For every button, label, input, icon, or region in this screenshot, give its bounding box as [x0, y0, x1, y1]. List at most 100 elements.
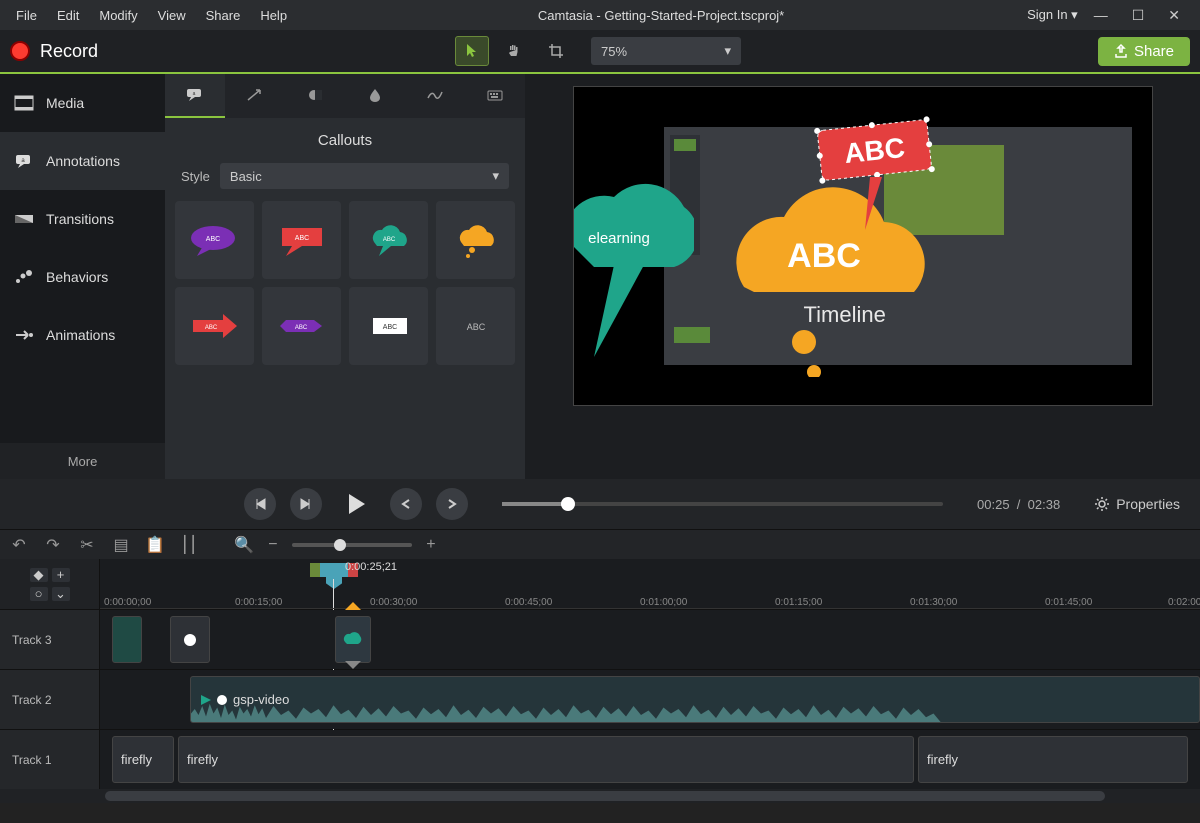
cursor-tool[interactable] [455, 36, 489, 66]
clip-firefly[interactable]: firefly [178, 736, 914, 783]
style-select[interactable]: Basic ▾ [220, 163, 509, 189]
clip-firefly[interactable]: firefly [112, 736, 174, 783]
menu-file[interactable]: File [8, 4, 45, 27]
add-track-button[interactable]: + [52, 568, 70, 582]
annotation-icon: a [14, 153, 34, 169]
sidebar-item-transitions[interactable]: Transitions [0, 190, 165, 248]
svg-text:elearning: elearning [588, 230, 650, 247]
toggle-quiz-button[interactable]: ○ [30, 587, 48, 601]
timeline-zoom-slider[interactable] [292, 543, 412, 547]
ruler-tick: 0:00:00;00 [104, 597, 151, 608]
callout-thumb[interactable]: ABC [262, 201, 341, 279]
zoom-select[interactable]: 75% ▾ [591, 37, 741, 65]
signin-button[interactable]: Sign In ▾ [1027, 7, 1078, 23]
sidebar-label: Annotations [46, 153, 120, 169]
sidebar-label: Behaviors [46, 269, 108, 285]
clip[interactable] [112, 616, 142, 663]
panel-title: Callouts [165, 118, 525, 159]
menu-help[interactable]: Help [252, 4, 295, 27]
sidebar-item-media[interactable]: Media [0, 74, 165, 132]
toggle-marker-button[interactable]: ◆ [30, 568, 48, 582]
timeline-text: Timeline [804, 302, 886, 328]
clip-firefly[interactable]: firefly [918, 736, 1188, 783]
callout-grid: ABC ABC ABC ABC ABC ABC ABC [165, 201, 525, 365]
track-content[interactable]: gsp-video [100, 670, 1200, 729]
timeline-ruler[interactable]: 0:00:25;21 0:00:00;00 0:00:15;00 0:00:30… [100, 559, 1200, 609]
svg-text:ABC: ABC [466, 322, 485, 332]
playhead-time: 0:00:25;21 [345, 561, 397, 573]
next-marker-button[interactable] [436, 488, 468, 520]
clip[interactable] [335, 616, 371, 663]
clip-label: firefly [187, 752, 218, 767]
timeline-scrollbar[interactable] [0, 789, 1200, 803]
menu-modify[interactable]: Modify [91, 4, 145, 27]
zoom-out-button[interactable]: − [264, 536, 282, 554]
prev-frame-button[interactable] [244, 488, 276, 520]
next-frame-button[interactable] [290, 488, 322, 520]
ruler-tick: 0:01:45;00 [1045, 597, 1092, 608]
sidebar-item-behaviors[interactable]: Behaviors [0, 248, 165, 306]
callout-thumb[interactable]: ABC [175, 287, 254, 365]
maximize-button[interactable]: ☐ [1132, 7, 1145, 24]
track-label[interactable]: Track 1 [0, 730, 100, 789]
track-content[interactable]: firefly firefly firefly [100, 730, 1200, 789]
zoom-in-button[interactable]: + [422, 536, 440, 554]
track-label[interactable]: Track 2 [0, 670, 100, 729]
transitions-icon [14, 211, 34, 227]
menu-view[interactable]: View [150, 4, 194, 27]
paste-button[interactable]: 📋 [146, 535, 164, 555]
sidebar-item-annotations[interactable]: a Annotations [0, 132, 165, 190]
tab-arrows[interactable] [225, 74, 285, 118]
svg-text:a: a [193, 91, 196, 97]
sidebar-item-animations[interactable]: Animations [0, 306, 165, 364]
tab-keystroke[interactable] [465, 74, 525, 118]
callout-thumb[interactable]: ABC [436, 287, 515, 365]
ruler-tick: 0:00:45;00 [505, 597, 552, 608]
ruler-tick: 0:01:30;00 [910, 597, 957, 608]
callout-thumb[interactable] [436, 201, 515, 279]
sidebar-label: Animations [46, 327, 115, 343]
callout-thumb[interactable]: ABC [175, 201, 254, 279]
copy-button[interactable]: ▤ [112, 535, 130, 555]
playback-slider[interactable] [502, 502, 943, 506]
prev-marker-button[interactable] [390, 488, 422, 520]
callout-thumb[interactable]: ABC [262, 287, 341, 365]
record-icon [10, 41, 30, 61]
preview-canvas[interactable]: elearning ABC ABC Timeline [573, 86, 1153, 406]
close-button[interactable]: ✕ [1168, 7, 1180, 24]
hand-tool[interactable] [497, 36, 531, 66]
sidebar-more[interactable]: More [0, 443, 165, 479]
collapse-button[interactable]: ⌄ [52, 587, 70, 601]
cut-button[interactable]: ✂ [78, 535, 96, 555]
search-icon: 🔍 [234, 535, 254, 555]
share-button[interactable]: Share [1098, 37, 1190, 66]
minimize-button[interactable]: — [1094, 7, 1108, 23]
menu-share[interactable]: Share [198, 4, 249, 27]
track-content[interactable] [100, 610, 1200, 669]
tab-shapes[interactable] [285, 74, 345, 118]
animations-icon [14, 327, 34, 343]
split-button[interactable]: ⎮⎮ [180, 535, 198, 555]
titlebar: File Edit Modify View Share Help Camtasi… [0, 0, 1200, 30]
tab-sketch[interactable] [405, 74, 465, 118]
chevron-down-icon: ▾ [492, 168, 499, 184]
properties-label: Properties [1116, 496, 1180, 512]
record-button[interactable]: Record [10, 41, 98, 62]
callout-thumb[interactable]: ABC [349, 201, 428, 279]
menu-edit[interactable]: Edit [49, 4, 87, 27]
crop-tool[interactable] [539, 36, 573, 66]
clip[interactable] [170, 616, 210, 663]
redo-button[interactable]: ↷ [44, 535, 62, 555]
callout-thumb[interactable]: ABC [349, 287, 428, 365]
undo-button[interactable]: ↶ [10, 535, 28, 555]
track-label[interactable]: Track 3 [0, 610, 100, 669]
media-icon [14, 95, 34, 111]
play-button[interactable] [336, 484, 376, 524]
upload-icon [1114, 44, 1128, 58]
clip-gsp-video[interactable]: gsp-video [190, 676, 1200, 723]
svg-text:ABC: ABC [294, 325, 307, 331]
tab-callouts[interactable]: a [165, 74, 225, 118]
tab-blur[interactable] [345, 74, 405, 118]
time-display: 00:25 / 02:38 [977, 497, 1060, 512]
properties-button[interactable]: Properties [1094, 496, 1180, 512]
